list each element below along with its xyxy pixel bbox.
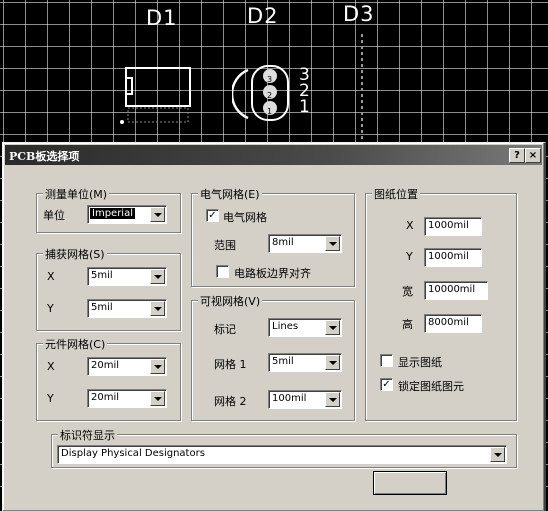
lock-sheet-checkbox[interactable]: ✓ xyxy=(380,378,393,391)
pin-label-1: 1 xyxy=(299,97,310,117)
snap-y-label: Y xyxy=(47,302,54,315)
unit-select[interactable]: Imperial xyxy=(87,205,167,224)
component-y-label: Y xyxy=(47,392,54,405)
help-button[interactable]: ? xyxy=(509,148,525,163)
pad-number-2: 2 xyxy=(267,91,273,100)
grid2-label: 网格 2 xyxy=(214,395,247,408)
component-grid-group: 元件网格(C) X 20mil Y 20mil xyxy=(36,336,181,421)
marker-value: Lines xyxy=(272,321,299,332)
designator-display-label: 标识符显示 xyxy=(58,427,117,443)
close-button[interactable]: × xyxy=(525,148,541,163)
snap-x-select[interactable]: 5mil xyxy=(87,267,167,286)
sheet-width-field[interactable]: 10000mil xyxy=(424,281,488,300)
marker-select[interactable]: Lines xyxy=(268,318,342,337)
chevron-down-icon[interactable] xyxy=(150,359,165,374)
grid1-label: 网格 1 xyxy=(214,358,247,371)
dialog-title: PCB板选择项 xyxy=(9,150,80,163)
designator-d1: D1 xyxy=(146,6,178,30)
chevron-down-icon[interactable] xyxy=(325,236,340,251)
visible-grid-group: 可视网格(V) 标记 Lines 网格 1 5mil 网格 2 100mil xyxy=(191,293,355,421)
unit-select-value: Imperial xyxy=(90,208,135,219)
units-group-label: 测量单位(M) xyxy=(43,186,110,202)
sheet-x-label: X xyxy=(406,219,414,232)
range-label: 范围 xyxy=(214,239,236,252)
ok-button[interactable] xyxy=(373,471,447,495)
designator-display-value: Display Physical Designators xyxy=(61,448,205,459)
snap-x-label: X xyxy=(47,270,55,283)
component-x-value: 20mil xyxy=(91,360,120,371)
sheet-height-value: 8000mil xyxy=(428,317,469,328)
chevron-down-icon[interactable] xyxy=(490,447,505,462)
show-sheet-checkbox[interactable] xyxy=(380,354,393,367)
sheet-position-group: 图纸位置 X 1000mil Y 1000mil 宽 10000mil 高 80… xyxy=(365,186,517,421)
chevron-down-icon[interactable] xyxy=(150,269,165,284)
sheet-height-field[interactable]: 8000mil xyxy=(424,314,482,333)
pcb-options-dialog: PCB板选择项 ? × 测量单位(M) 单位 Imperial 捕获网格(S) … xyxy=(2,142,546,511)
sheet-y-field[interactable]: 1000mil xyxy=(424,248,482,267)
visible-grid-label: 可视网格(V) xyxy=(198,293,263,309)
marker-label: 标记 xyxy=(214,323,236,336)
board-align-label: 电路板边界对齐 xyxy=(234,267,311,280)
component-x-label: X xyxy=(47,360,55,373)
sheet-width-value: 10000mil xyxy=(428,284,476,295)
range-value: 8mil xyxy=(272,237,294,248)
grid1-value: 5mil xyxy=(272,356,294,367)
sheet-y-label: Y xyxy=(406,250,413,263)
chevron-down-icon[interactable] xyxy=(150,391,165,406)
grid2-select[interactable]: 100mil xyxy=(268,390,342,409)
pad-number-3: 3 xyxy=(267,75,273,84)
grid2-value: 100mil xyxy=(272,393,307,404)
dialog-titlebar[interactable]: PCB板选择项 ? × xyxy=(5,145,542,165)
chevron-down-icon[interactable] xyxy=(150,301,165,316)
snap-y-select[interactable]: 5mil xyxy=(87,299,167,318)
designator-d3: D3 xyxy=(343,2,375,26)
grid1-select[interactable]: 5mil xyxy=(268,353,342,372)
electrical-grid-checkbox-label: 电气网格 xyxy=(223,211,267,224)
component-y-select[interactable]: 20mil xyxy=(87,389,167,408)
chevron-down-icon[interactable] xyxy=(325,320,340,335)
sheet-y-value: 1000mil xyxy=(428,251,469,262)
lock-sheet-label: 锁定图纸图元 xyxy=(398,380,464,393)
sheet-width-label: 宽 xyxy=(402,285,413,298)
show-sheet-label: 显示图纸 xyxy=(398,356,442,369)
unit-label: 单位 xyxy=(43,209,65,222)
designator-d2: D2 xyxy=(247,4,279,28)
board-align-checkbox[interactable] xyxy=(216,265,229,278)
component-x-select[interactable]: 20mil xyxy=(87,357,167,376)
component-d3-outline xyxy=(361,34,363,144)
chevron-down-icon[interactable] xyxy=(150,207,165,222)
chevron-down-icon[interactable] xyxy=(325,392,340,407)
electrical-grid-label: 电气网格(E) xyxy=(198,186,262,202)
sheet-height-label: 高 xyxy=(402,318,413,331)
pad-number-1: 1 xyxy=(267,107,273,116)
designator-display-select[interactable]: Display Physical Designators xyxy=(57,445,507,464)
snap-grid-label: 捕获网格(S) xyxy=(43,246,107,262)
sheet-x-field[interactable]: 1000mil xyxy=(424,217,482,236)
sheet-position-label: 图纸位置 xyxy=(372,186,420,202)
sheet-x-value: 1000mil xyxy=(428,220,469,231)
units-group: 测量单位(M) 单位 Imperial xyxy=(36,186,181,233)
snap-y-value: 5mil xyxy=(91,302,113,313)
snap-x-value: 5mil xyxy=(91,270,113,281)
component-y-value: 20mil xyxy=(91,392,120,403)
designator-display-group: 标识符显示 Display Physical Designators xyxy=(51,427,517,468)
component-grid-label: 元件网格(C) xyxy=(43,336,108,352)
component-d1-footprint[interactable] xyxy=(116,62,196,132)
electrical-grid-checkbox[interactable]: ✓ xyxy=(206,209,219,222)
snap-grid-group: 捕获网格(S) X 5mil Y 5mil xyxy=(36,246,181,331)
electrical-grid-group: 电气网格(E) ✓ 电气网格 范围 8mil 电路板边界对齐 xyxy=(191,186,355,287)
range-select[interactable]: 8mil xyxy=(268,234,342,253)
chevron-down-icon[interactable] xyxy=(325,355,340,370)
